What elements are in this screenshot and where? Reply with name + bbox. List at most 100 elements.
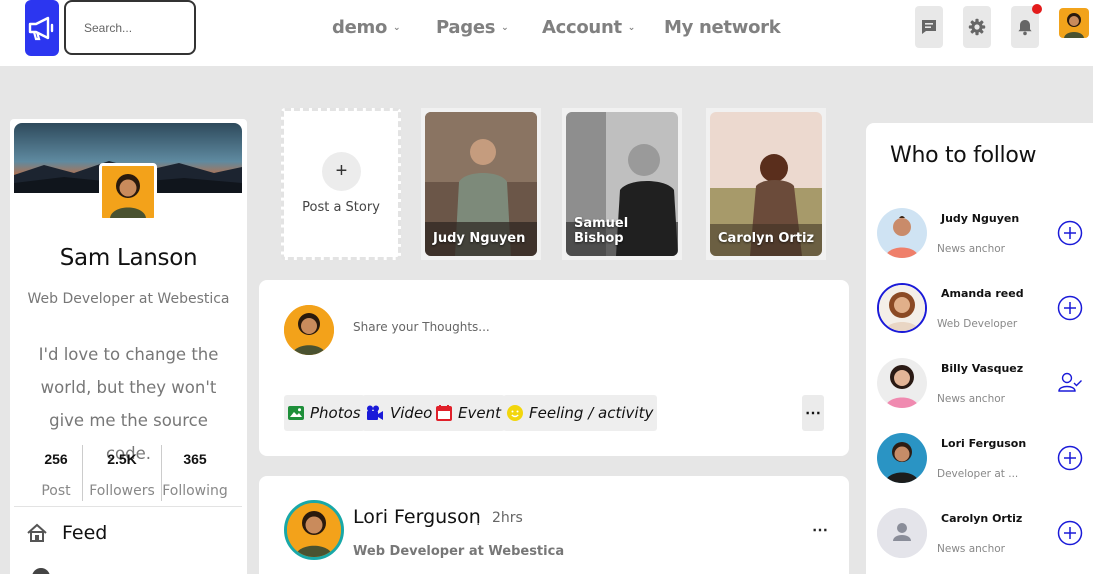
suggestion-name[interactable]: Carolyn Ortiz	[941, 512, 1022, 525]
story-card[interactable]: Samuel Bishop	[562, 108, 682, 260]
stat-value: 256	[44, 451, 68, 467]
suggestion-avatar[interactable]	[877, 283, 927, 333]
stat-label: Followers	[89, 483, 155, 499]
suggestion-role: Developer at ...	[937, 468, 1019, 480]
stat-value: 2.5K	[107, 451, 137, 467]
story-card[interactable]: Carolyn Ortiz	[706, 108, 826, 260]
chevron-down-icon: ⌄	[627, 22, 636, 33]
nav-menu-demo[interactable]: demo ⌄	[332, 17, 401, 38]
suggestion-role: Web Developer	[937, 318, 1018, 330]
story-image: Carolyn Ortiz	[710, 112, 822, 256]
story-image: Samuel Bishop	[566, 112, 678, 256]
nav-menu-account[interactable]: Account ⌄	[542, 17, 635, 38]
nav-menu-label: Account	[542, 17, 622, 38]
plus-icon: +	[322, 152, 361, 191]
more-horizontal-icon: ⋯	[805, 405, 821, 422]
composer-input[interactable]: Share your Thoughts...	[353, 320, 490, 334]
action-label: Photos	[310, 404, 361, 422]
suggestion-avatar[interactable]	[877, 358, 927, 408]
feed-post: Lori Ferguson . 2hrs Web Developer at We…	[259, 476, 849, 574]
suggestion-role: News anchor	[937, 243, 1005, 255]
nav-menu-label: demo	[332, 17, 388, 38]
user-check-icon[interactable]	[1057, 370, 1083, 396]
follow-suggestion: Billy Vasquez News anchor	[866, 358, 1093, 418]
stat-followers: 2.5K Followers	[83, 445, 161, 501]
profile-divider	[14, 506, 242, 507]
smiley-icon	[507, 405, 523, 421]
suggestion-avatar[interactable]	[877, 508, 927, 558]
story-name: Samuel Bishop	[574, 216, 629, 246]
nav-link-label: Feed	[62, 522, 108, 544]
user-placeholder-icon	[877, 508, 927, 558]
profile-role: Web Developer at Webestica	[27, 291, 230, 307]
megaphone-icon	[28, 16, 54, 41]
add-circle-icon[interactable]	[1057, 445, 1083, 471]
nav-link-icon	[32, 568, 50, 574]
suggestion-name[interactable]: Amanda reed	[941, 287, 1024, 300]
calendar-icon	[436, 405, 452, 421]
post-time: 2hrs	[492, 510, 523, 526]
follow-suggestion: Carolyn Ortiz News anchor	[866, 508, 1093, 568]
chevron-down-icon: ⌄	[393, 22, 401, 33]
user-avatar[interactable]	[1059, 8, 1089, 38]
composer-avatar	[284, 305, 334, 355]
post-author-role: Web Developer at Webestica	[353, 544, 565, 559]
add-video-button[interactable]: Video	[362, 395, 437, 431]
post-more-button[interactable]: ⋯	[812, 520, 828, 540]
stat-posts: 256 Post	[30, 445, 82, 501]
action-label: Feeling / activity	[529, 404, 654, 422]
suggestion-role: News anchor	[937, 543, 1005, 555]
stat-following: 365 Following	[162, 445, 228, 501]
add-photos-button[interactable]: Photos	[284, 395, 365, 431]
follow-suggestion: Lori Ferguson Developer at ...	[866, 433, 1093, 493]
post-composer: Share your Thoughts... Photos Video Even…	[259, 280, 849, 456]
post-story-label: Post a Story	[302, 200, 380, 215]
logo[interactable]	[25, 0, 59, 56]
profile-name: Sam Lanson	[59, 245, 198, 271]
action-label: Video	[390, 404, 433, 422]
post-story-card[interactable]: + Post a Story	[281, 108, 401, 260]
image-icon	[288, 406, 304, 420]
top-navbar: demo ⌄ Pages ⌄ Account ⌄ My network	[0, 0, 1093, 66]
suggestion-role: News anchor	[937, 393, 1005, 405]
post-author-name[interactable]: Lori Ferguson	[353, 506, 481, 528]
add-circle-icon[interactable]	[1057, 520, 1083, 546]
chevron-down-icon: ⌄	[501, 22, 509, 33]
gear-icon	[968, 18, 986, 36]
add-circle-icon[interactable]	[1057, 295, 1083, 321]
add-event-button[interactable]: Event	[432, 395, 505, 431]
story-card[interactable]: Judy Nguyen	[421, 108, 541, 260]
search-input[interactable]	[64, 0, 196, 55]
follow-suggestion: Amanda reed Web Developer	[866, 283, 1093, 343]
who-to-follow-title: Who to follow	[890, 143, 1037, 168]
add-feeling-button[interactable]: Feeling / activity	[503, 395, 658, 431]
composer-more-button[interactable]: ⋯	[802, 395, 824, 431]
nav-menu-label: Pages	[436, 17, 496, 38]
more-horizontal-icon: ⋯	[812, 522, 828, 539]
post-separator: .	[476, 512, 481, 529]
follow-suggestion: Judy Nguyen News anchor	[866, 208, 1093, 268]
nav-menu-my-network[interactable]: My network	[664, 17, 781, 38]
video-camera-icon	[367, 405, 383, 420]
messages-button[interactable]	[915, 6, 943, 48]
who-to-follow-card: Who to follow Judy Nguyen News anchor Am…	[866, 123, 1093, 574]
suggestion-name[interactable]: Billy Vasquez	[941, 362, 1023, 375]
stat-value: 365	[183, 451, 207, 467]
story-image: Judy Nguyen	[425, 112, 537, 256]
chat-icon	[922, 20, 936, 34]
nav-menu-label: My network	[664, 17, 781, 38]
suggestion-avatar[interactable]	[877, 433, 927, 483]
add-circle-icon[interactable]	[1057, 220, 1083, 246]
suggestion-avatar[interactable]	[877, 208, 927, 258]
action-label: Event	[458, 404, 501, 422]
profile-avatar[interactable]	[99, 163, 157, 221]
nav-link-feed[interactable]: Feed	[26, 522, 107, 544]
settings-button[interactable]	[963, 6, 991, 48]
nav-menu-pages[interactable]: Pages ⌄	[436, 17, 509, 38]
post-author-avatar[interactable]	[284, 500, 344, 560]
notification-dot	[1032, 4, 1042, 14]
suggestion-name[interactable]: Lori Ferguson	[941, 437, 1026, 450]
stat-label: Following	[162, 483, 228, 499]
bell-icon	[1018, 20, 1032, 36]
suggestion-name[interactable]: Judy Nguyen	[941, 212, 1019, 225]
